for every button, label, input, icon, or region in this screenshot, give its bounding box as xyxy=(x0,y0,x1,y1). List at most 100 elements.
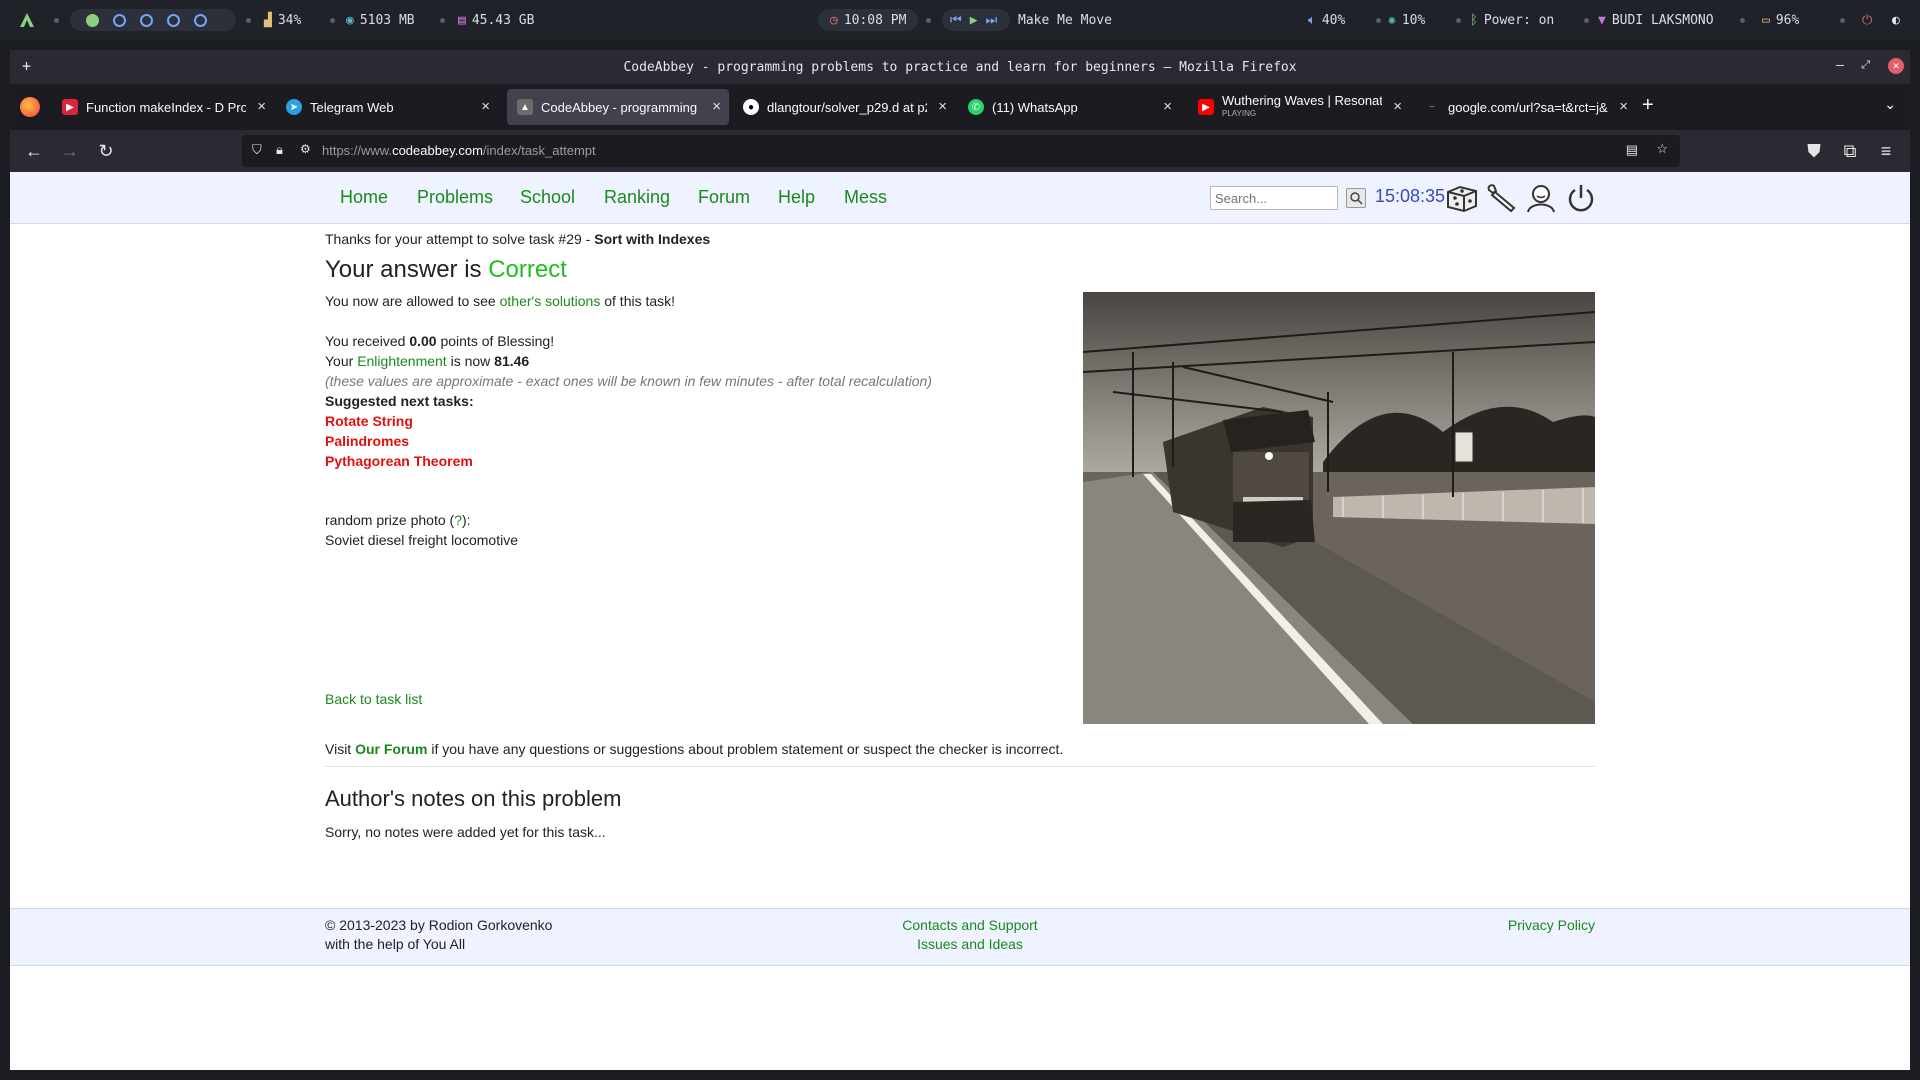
our-forum-link[interactable]: Our Forum xyxy=(355,741,427,757)
add-tab-plus-icon[interactable]: + xyxy=(22,57,31,75)
author-notes-heading: Author's notes on this problem xyxy=(325,786,622,811)
media-prev-icon[interactable]: ⏮ xyxy=(950,13,962,28)
close-tab-icon[interactable]: × xyxy=(481,98,490,115)
whatsapp-icon: ✆ xyxy=(968,99,984,115)
answer-heading: Your answer is Correct xyxy=(325,256,567,283)
address-url: https://www.codeabbey.com/index/task_att… xyxy=(322,143,596,158)
site-search-input[interactable] xyxy=(1210,186,1338,210)
clock-icon: ◷ xyxy=(830,12,838,28)
prize-help-link[interactable]: ? xyxy=(454,512,462,528)
telegram-icon: ➤ xyxy=(286,99,302,115)
disk-icon: ▤ xyxy=(458,12,466,28)
firefox-menu-icon[interactable] xyxy=(20,97,40,117)
suggested-task-link[interactable]: Rotate String xyxy=(325,413,413,429)
minimize-icon[interactable]: – xyxy=(1836,58,1844,73)
cpu-icon: ▟ xyxy=(264,12,272,28)
wifi-icon[interactable]: ▼ xyxy=(1598,13,1606,28)
tab-function-makeindex[interactable]: ▶ Function makeIndex - D Progr × xyxy=(52,89,274,125)
permissions-icon[interactable]: ⚙ xyxy=(300,142,311,156)
workspace-2[interactable] xyxy=(113,13,126,27)
discord-icon[interactable]: ◐ xyxy=(1892,13,1900,28)
bluetooth-icon[interactable]: ᛒ xyxy=(1470,13,1478,28)
app-menu-icon[interactable]: ≡ xyxy=(1874,139,1898,163)
system-time: 10:08 PM xyxy=(843,12,907,28)
reload-icon[interactable]: ↻ xyxy=(94,139,118,163)
extensions-icon[interactable]: ⧉ xyxy=(1838,139,1862,163)
new-tab-icon[interactable]: + xyxy=(1642,94,1654,117)
tab-youtube[interactable]: ▶ Wuthering Waves | Resonato PLAYING × xyxy=(1188,89,1410,125)
restore-icon[interactable]: ⤢ xyxy=(1861,58,1870,72)
bookmark-star-icon[interactable]: ☆ xyxy=(1656,141,1668,157)
task-name: Sort with Indexes xyxy=(594,231,711,247)
menu-problems[interactable]: Problems xyxy=(417,187,493,208)
dice-icon[interactable] xyxy=(1445,182,1479,214)
window-title: CodeAbbey - programming problems to prac… xyxy=(623,59,1297,75)
tab-github[interactable]: ● dlangtour/solver_p29.d at p2 × xyxy=(733,89,955,125)
solutions-notice: You now are allowed to see other's solut… xyxy=(325,293,676,309)
launcher-icon[interactable] xyxy=(18,0,36,40)
issues-ideas-link[interactable]: Issues and Ideas xyxy=(890,936,1050,952)
pocket-icon[interactable]: ⛊ xyxy=(1802,139,1826,163)
media-next-icon[interactable]: ⏭ xyxy=(986,13,998,28)
enlightenment-link[interactable]: Enlightenment xyxy=(357,353,447,369)
suggested-task-link[interactable]: Pythagorean Theorem xyxy=(325,453,473,469)
reader-view-icon[interactable]: ▤ xyxy=(1626,142,1638,158)
volume-icon[interactable]: 🔈︎ xyxy=(1308,13,1316,28)
others-solutions-link[interactable]: other's solutions xyxy=(500,293,601,309)
workspace-4[interactable] xyxy=(167,13,180,27)
menu-home[interactable]: Home xyxy=(340,187,388,208)
blessing-points: 0.00 xyxy=(409,333,437,349)
close-tab-icon[interactable]: × xyxy=(712,98,721,115)
back-to-task-list-link[interactable]: Back to task list xyxy=(325,691,422,707)
list-tabs-chevron-down-icon[interactable]: ⌄ xyxy=(1884,96,1896,113)
power-icon[interactable]: ⏻ xyxy=(1862,13,1872,28)
suggested-tasks-title: Suggested next tasks: xyxy=(325,393,474,409)
battery-level: 96% xyxy=(1775,12,1800,28)
back-arrow-icon[interactable]: ← xyxy=(22,139,46,163)
close-tab-icon[interactable]: × xyxy=(257,98,266,115)
close-tab-icon[interactable]: × xyxy=(938,98,947,115)
menu-help[interactable]: Help xyxy=(778,187,815,208)
workspace-1[interactable] xyxy=(86,13,99,27)
media-play-icon[interactable]: ▶ xyxy=(970,13,978,28)
wifi-network: BUDI LAKSMONO xyxy=(1611,12,1714,28)
close-tab-icon[interactable]: × xyxy=(1163,98,1172,115)
memory-usage: 5103 MB xyxy=(359,12,415,28)
disk-usage: 45.43 GB xyxy=(471,12,535,28)
brightness-icon[interactable]: ✺ xyxy=(1388,13,1396,28)
footer-credits: with the help of You All xyxy=(325,936,466,952)
wrench-icon[interactable] xyxy=(1484,182,1518,214)
close-window-icon[interactable]: ✕ xyxy=(1888,58,1904,74)
logout-power-icon[interactable] xyxy=(1564,182,1598,214)
menu-forum[interactable]: Forum xyxy=(698,187,750,208)
tab-whatsapp[interactable]: ✆ (11) WhatsApp × xyxy=(958,89,1180,125)
workspace-5[interactable] xyxy=(194,13,207,27)
privacy-policy-link[interactable]: Privacy Policy xyxy=(1495,917,1595,933)
task-intro: Thanks for your attempt to solve task #2… xyxy=(325,231,711,247)
close-tab-icon[interactable]: × xyxy=(1619,98,1628,115)
user-profile-icon[interactable] xyxy=(1524,182,1558,214)
contacts-support-link[interactable]: Contacts and Support xyxy=(890,917,1050,933)
forward-arrow-icon[interactable]: → xyxy=(58,139,82,163)
volume-level: 40% xyxy=(1321,12,1346,28)
tab-telegram[interactable]: ➤ Telegram Web × xyxy=(276,89,498,125)
menu-school[interactable]: School xyxy=(520,187,575,208)
menu-mess[interactable]: Mess xyxy=(844,187,887,208)
suggested-task-link[interactable]: Palindromes xyxy=(325,433,409,449)
footer-copyright: © 2013-2023 by Rodion Gorkovenko xyxy=(325,917,553,933)
search-icon[interactable] xyxy=(1346,188,1366,208)
close-tab-icon[interactable]: × xyxy=(1393,98,1402,115)
workspace-3[interactable] xyxy=(140,13,153,27)
enlightenment-value: 81.46 xyxy=(494,353,530,369)
address-bar[interactable]: ⛉ 🔒︎ ⚙ https://www.codeabbey.com/index/t… xyxy=(242,135,1680,167)
tab-codeabbey[interactable]: ▲ CodeAbbey - programming p × xyxy=(507,89,729,125)
site-footer: © 2013-2023 by Rodion Gorkovenko with th… xyxy=(10,908,1910,966)
shield-icon[interactable]: ⛉ xyxy=(252,142,262,158)
approximate-note: (these values are approximate - exact on… xyxy=(325,373,932,389)
enlightenment-line: Your Enlightenment is now 81.46 xyxy=(325,353,530,369)
menu-ranking[interactable]: Ranking xyxy=(604,187,670,208)
codeabbey-icon: ▲ xyxy=(517,99,533,115)
lock-icon[interactable]: 🔒︎ xyxy=(276,142,283,158)
blessing-line: You received 0.00 points of Blessing! xyxy=(325,333,555,349)
tab-google-url[interactable]: − google.com/url?sa=t&rct=j&q × xyxy=(1414,89,1636,125)
